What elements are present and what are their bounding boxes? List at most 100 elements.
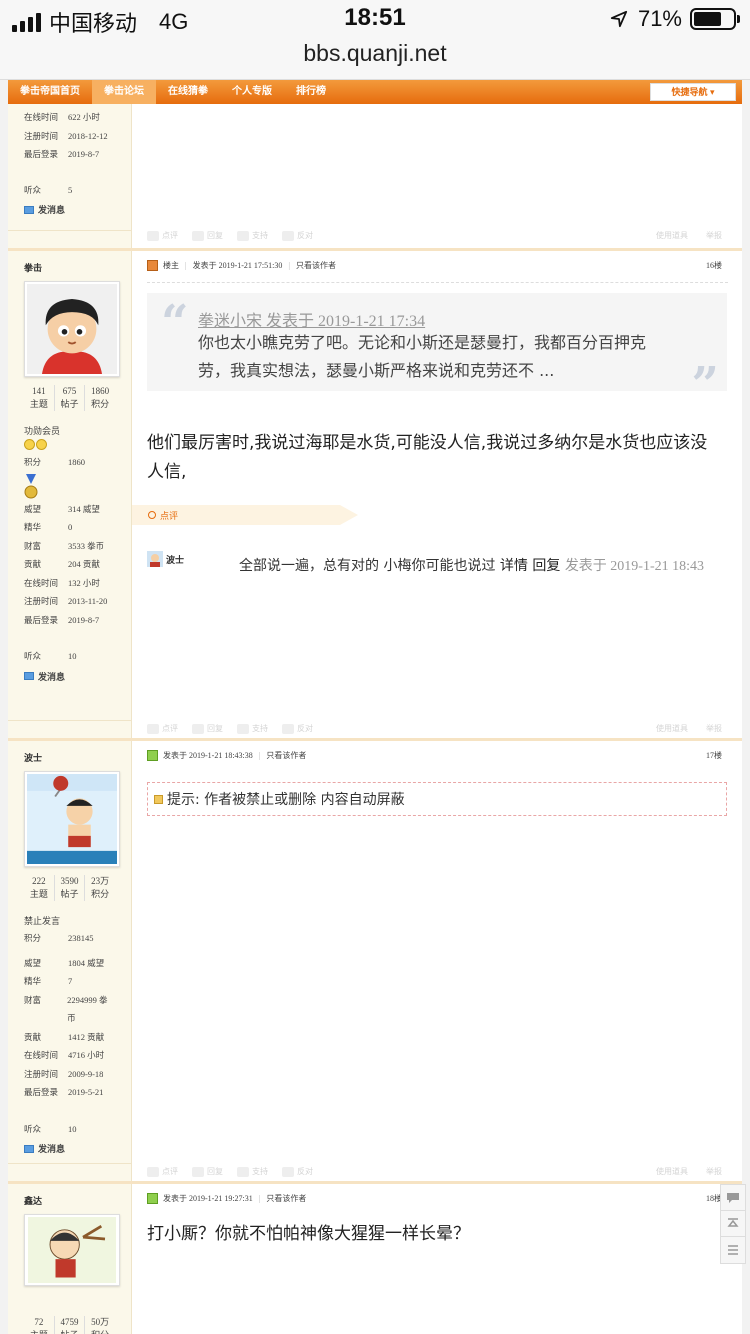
quick-nav-button[interactable]: 快捷导航 ▾ — [650, 83, 736, 101]
floor-number[interactable]: 17楼 — [706, 750, 722, 761]
battery-level — [694, 12, 721, 26]
nav-forum[interactable]: 拳击论坛 — [92, 80, 156, 104]
post-18: 鑫达 72主题 4759帖子 50万积分 发表于 2019-1-21 19:27… — [8, 1181, 742, 1334]
stat-points[interactable]: 23万 积分 — [85, 875, 115, 901]
reply-button[interactable]: 回复 — [192, 1166, 223, 1177]
report-link[interactable]: 举报 — [706, 230, 722, 241]
owner-label: 楼主 — [163, 261, 179, 270]
comment-user[interactable]: 波士 — [147, 551, 184, 567]
thumbs-down-icon — [282, 723, 294, 734]
send-message-link[interactable]: 发消息 — [24, 1142, 115, 1155]
thumbs-up-icon — [237, 723, 249, 734]
report-link[interactable]: 举报 — [706, 1166, 722, 1177]
post-actions: 点评 回复 支持 反对 使用道具 举报 — [147, 723, 722, 734]
support-button[interactable]: 支持 — [237, 230, 268, 241]
author-name[interactable]: 拳击 — [24, 251, 115, 281]
stat-topics[interactable]: 72主题 — [24, 1316, 55, 1334]
avatar[interactable] — [24, 771, 120, 867]
author-name[interactable]: 鑫达 — [24, 1184, 115, 1214]
author-only-link[interactable]: 只看该作者 — [296, 260, 336, 271]
author-sidebar: 在线时间 622 小时 注册时间 2018-12-12 最后登录 2019-8-7 听… — [8, 104, 132, 248]
url-bar[interactable]: bbs.quanji.net — [0, 40, 750, 67]
oppose-button[interactable]: 反对 — [282, 1166, 313, 1177]
comment-date: 发表于 2019-1-21 18:43 — [564, 559, 705, 574]
post-meta: 发表于 2019-1-21 18:43:38 | 只看该作者 — [147, 750, 306, 761]
post-main: 点评 回复 支持 反对 使用道具 举报 — [132, 104, 742, 248]
list-button[interactable] — [721, 1237, 745, 1263]
status-bar: 中国移动 4G 18:51 71% bbs.quanji.net — [0, 0, 750, 80]
nav-ranking[interactable]: 排行榜 — [284, 80, 338, 104]
nav-guess[interactable]: 在线猜拳 — [156, 80, 220, 104]
use-tool-link[interactable]: 使用道具 — [656, 230, 688, 241]
stat-topics[interactable]: 141 主题 — [24, 385, 55, 411]
use-tool-link[interactable]: 使用道具 — [656, 723, 688, 734]
send-message-link[interactable]: 发消息 — [24, 203, 115, 216]
author-stats: 222 主题 3590 帖子 23万 积分 — [24, 875, 115, 901]
mail-icon — [24, 672, 34, 680]
oppose-button[interactable]: 反对 — [282, 723, 313, 734]
user-group[interactable]: 功勋会员 — [24, 423, 115, 439]
mail-icon — [24, 1144, 34, 1153]
avatar-boxer-image — [27, 774, 117, 864]
avatar[interactable] — [24, 281, 120, 377]
chevron-down-icon: ▾ — [710, 87, 715, 97]
rate-icon — [147, 723, 159, 734]
stat-topics[interactable]: 222 主题 — [24, 875, 55, 901]
stat-posts[interactable]: 675 帖子 — [55, 385, 86, 411]
quote-text: 你也太小瞧克劳了吧。无论和小斯还是瑟曼打，我都百分百押克劳，我真实想法，瑟曼小斯… — [198, 333, 647, 380]
support-button[interactable]: 支持 — [237, 723, 268, 734]
profile-registered: 注册时间 2009-9-18 — [24, 1068, 104, 1079]
report-link[interactable]: 举报 — [706, 723, 722, 734]
quick-reply-button[interactable] — [721, 1185, 745, 1211]
post-body: 他们最厉害时,我说过海耶是水货,可能没人信,我说过多纳尔是水货也应该没人信, — [147, 433, 708, 482]
stat-posts[interactable]: 3590 帖子 — [55, 875, 86, 901]
rate-circle-icon — [148, 511, 156, 519]
author-sidebar: 拳击 141 主题 675 帖子 1860 积分 功勋会员 积分 1860 威望… — [8, 251, 132, 738]
nav-home[interactable]: 拳击帝国首页 — [8, 80, 92, 104]
status-right: 71% — [610, 6, 740, 32]
author-name[interactable]: 波士 — [24, 741, 115, 771]
oppose-button[interactable]: 反对 — [282, 230, 313, 241]
battery-percent: 71% — [637, 6, 682, 31]
profile-last-login: 最后登录 2019-8-7 — [24, 614, 100, 625]
medal-icon — [24, 472, 115, 500]
stat-posts[interactable]: 4759帖子 — [55, 1316, 86, 1334]
stat-points[interactable]: 50万积分 — [85, 1316, 115, 1334]
author-only-link[interactable]: 只看该作者 — [266, 750, 306, 761]
comment-avatar — [147, 551, 163, 567]
listeners: 听众 10 — [24, 1123, 77, 1134]
profile-wealth: 财富 3533 拳币 — [24, 540, 105, 551]
send-message-link[interactable]: 发消息 — [24, 670, 115, 683]
nav-personal[interactable]: 个人专版 — [220, 80, 284, 104]
rate-button[interactable]: 点评 — [147, 1166, 178, 1177]
comment-reply-link[interactable]: 回复 — [532, 558, 560, 574]
arrow-up-icon — [727, 1217, 739, 1227]
floor-number[interactable]: 16楼 — [706, 260, 722, 271]
comment-detail-link[interactable]: 详情 — [500, 558, 528, 574]
post-actions: 点评 回复 支持 反对 使用道具 举报 — [147, 1166, 722, 1177]
profile-registered: 注册时间 2018-12-12 — [24, 130, 108, 141]
profile-online: 在线时间 132 小时 — [24, 577, 100, 588]
profile-contribution: 贡献 1412 贡献 — [24, 1031, 105, 1042]
author-only-link[interactable]: 只看该作者 — [266, 1193, 306, 1204]
rate-button[interactable]: 点评 — [147, 723, 178, 734]
user-icon — [147, 750, 158, 761]
post-date: 发表于 2019-1-21 19:27:31 — [163, 1194, 253, 1203]
back-to-top-button[interactable] — [721, 1211, 745, 1237]
stat-points[interactable]: 1860 积分 — [85, 385, 115, 411]
listeners: 听众 10 — [24, 651, 77, 661]
profile-online: 在线时间 622 小时 — [24, 112, 100, 122]
reply-button[interactable]: 回复 — [192, 723, 223, 734]
rate-button[interactable]: 点评 — [147, 230, 178, 241]
avatar-slingshot-image — [28, 1217, 116, 1283]
use-tool-link[interactable]: 使用道具 — [656, 1166, 688, 1177]
blocked-notice-text: 提示: 作者被禁止或删除 内容自动屏蔽 — [167, 792, 405, 808]
comment-text: 全部说一遍，总有对的 小梅你可能也说过 详情 回复 发表于 2019-1-21 … — [239, 558, 705, 574]
user-group[interactable]: 禁止发言 — [24, 913, 115, 929]
owner-icon — [147, 260, 158, 271]
support-button[interactable]: 支持 — [237, 1166, 268, 1177]
quote-author-link[interactable]: 拳迷小宋 发表于 2019-1-21 17:34 — [198, 307, 425, 331]
reply-button[interactable]: 回复 — [192, 230, 223, 241]
avatar[interactable] — [24, 1214, 120, 1286]
profile-prestige: 威望 1804 威望 — [24, 957, 105, 968]
